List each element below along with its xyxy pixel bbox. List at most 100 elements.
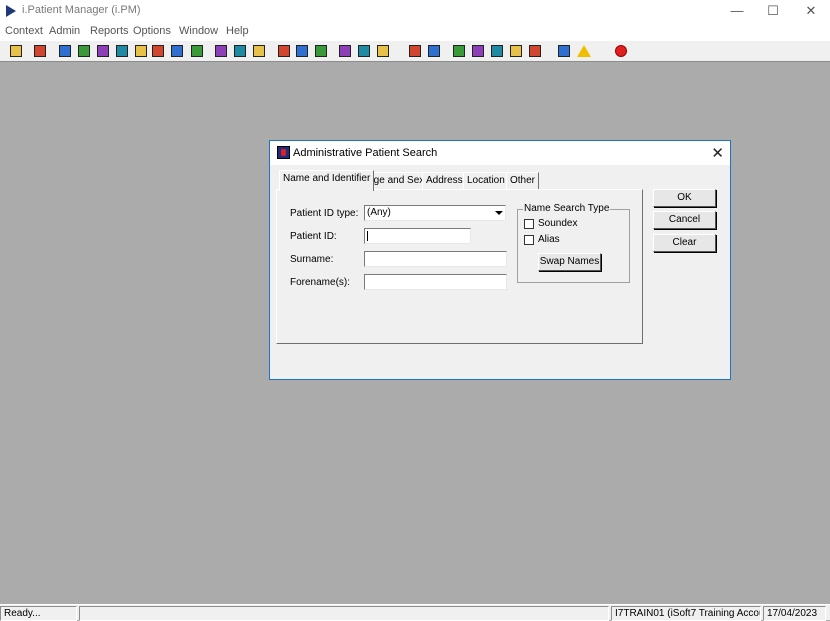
- clear-button[interactable]: Clear: [653, 234, 716, 252]
- menu-help[interactable]: Help: [226, 25, 249, 37]
- globe-icon-glyph: [453, 45, 465, 57]
- maximize-button[interactable]: ☐: [754, 0, 792, 22]
- waitlist-icon-glyph: [191, 45, 203, 57]
- ok-button[interactable]: OK: [653, 189, 716, 207]
- admissions-icon-glyph: [97, 45, 109, 57]
- menu-admin[interactable]: Admin: [49, 25, 80, 37]
- waitlist-icon[interactable]: [189, 43, 205, 59]
- search-icon[interactable]: [213, 43, 229, 59]
- referral-icon[interactable]: [169, 43, 185, 59]
- form-icon[interactable]: [251, 43, 267, 59]
- forename-input[interactable]: [364, 274, 507, 290]
- forename-label: Forename(s):: [290, 277, 351, 288]
- clock-icon-glyph: [234, 45, 246, 57]
- patient-icon[interactable]: [8, 43, 24, 59]
- bar-chart-icon-glyph: [428, 45, 440, 57]
- tab-other[interactable]: Other: [506, 172, 540, 190]
- clock-icon[interactable]: [232, 43, 248, 59]
- patient-search-icon: [277, 146, 290, 159]
- exit-icon-glyph: [615, 45, 627, 57]
- upload-icon[interactable]: [527, 43, 543, 59]
- folder-icon-glyph: [59, 45, 71, 57]
- minimize-button[interactable]: —: [718, 0, 756, 22]
- person-icon-glyph: [135, 45, 147, 57]
- mail-icon[interactable]: [114, 43, 130, 59]
- soundex-label: Soundex: [538, 218, 578, 229]
- patient-id-input[interactable]: [364, 228, 471, 244]
- monitor-icon[interactable]: [276, 43, 292, 59]
- download-icon-glyph: [510, 45, 522, 57]
- window-title: i.Patient Manager (i.PM): [22, 4, 141, 16]
- status-date: 17/04/2023: [763, 606, 826, 621]
- chart-icon[interactable]: [76, 43, 92, 59]
- status-message: Ready...: [0, 606, 77, 621]
- search-icon-glyph: [215, 45, 227, 57]
- tab-name-and-identifier[interactable]: Name and Identifier: [279, 170, 375, 191]
- toolbar: [0, 40, 830, 62]
- status-bar: Ready... I7TRAIN01 (iSoft7 Training Acco…: [0, 604, 830, 621]
- print-icon[interactable]: [32, 43, 48, 59]
- document-icon[interactable]: [337, 43, 353, 59]
- tab-address[interactable]: Address: [422, 172, 467, 190]
- transfer-icon-glyph: [358, 45, 370, 57]
- folder-icon[interactable]: [57, 43, 73, 59]
- title-bar: i.Patient Manager (i.PM) — ☐ ✕: [0, 0, 830, 22]
- list-icon-glyph: [296, 45, 308, 57]
- globe-icon[interactable]: [451, 43, 467, 59]
- mail-icon-glyph: [116, 45, 128, 57]
- contact-icon[interactable]: [313, 43, 329, 59]
- admissions-icon[interactable]: [95, 43, 111, 59]
- menu-bar: Context Admin Reports Options Window Hel…: [0, 22, 830, 40]
- surname-input[interactable]: [364, 251, 507, 267]
- name-search-type-group: Name Search Type Soundex Alias Swap Name…: [517, 203, 630, 283]
- menu-options[interactable]: Options: [133, 25, 171, 37]
- swap-names-button[interactable]: Swap Names: [538, 253, 601, 271]
- status-spacer: [79, 606, 609, 621]
- list-icon[interactable]: [294, 43, 310, 59]
- patient-search-dialog: Administrative Patient Search ✕ Name and…: [269, 140, 731, 380]
- upload-icon-glyph: [529, 45, 541, 57]
- download-icon[interactable]: [508, 43, 524, 59]
- tab-location[interactable]: Location: [463, 172, 509, 190]
- edit-icon-glyph: [377, 45, 389, 57]
- approve-icon[interactable]: [489, 43, 505, 59]
- swap-icon[interactable]: [556, 43, 572, 59]
- chevron-down-icon[interactable]: [495, 211, 503, 215]
- text-caret: [367, 231, 368, 241]
- warning-icon[interactable]: [576, 43, 592, 59]
- chart-icon-glyph: [78, 45, 90, 57]
- menu-reports[interactable]: Reports: [90, 25, 129, 37]
- patient-id-type-value: (Any): [367, 207, 391, 218]
- contact-icon-glyph: [315, 45, 327, 57]
- alias-checkbox[interactable]: [524, 235, 534, 245]
- alias-label: Alias: [538, 234, 560, 245]
- notes-icon[interactable]: [150, 43, 166, 59]
- edit-icon[interactable]: [375, 43, 391, 59]
- app-logo-icon: [6, 5, 16, 17]
- name-identifier-panel: Patient ID type: (Any) Patient ID: Surna…: [276, 189, 643, 344]
- dialog-title: Administrative Patient Search: [293, 147, 438, 159]
- exit-icon[interactable]: [613, 43, 629, 59]
- page-icon-glyph: [409, 45, 421, 57]
- person-icon[interactable]: [133, 43, 149, 59]
- transfer-icon[interactable]: [356, 43, 372, 59]
- notes-icon-glyph: [152, 45, 164, 57]
- status-account: I7TRAIN01 (iSoft7 Training Account): [611, 606, 761, 621]
- menu-context[interactable]: Context: [5, 25, 43, 37]
- cancel-button[interactable]: Cancel: [653, 211, 716, 229]
- dialog-close-button[interactable]: ✕: [711, 144, 724, 162]
- bar-chart-icon[interactable]: [426, 43, 442, 59]
- checklist-icon[interactable]: [470, 43, 486, 59]
- soundex-checkbox[interactable]: [524, 219, 534, 229]
- close-button[interactable]: ✕: [792, 0, 830, 22]
- patient-id-label: Patient ID:: [290, 231, 337, 242]
- checklist-icon-glyph: [472, 45, 484, 57]
- form-icon-glyph: [253, 45, 265, 57]
- menu-window[interactable]: Window: [179, 25, 218, 37]
- patient-icon-glyph: [10, 45, 22, 57]
- warning-icon-glyph: [577, 45, 591, 57]
- surname-label: Surname:: [290, 254, 334, 265]
- page-icon[interactable]: [407, 43, 423, 59]
- print-icon-glyph: [34, 45, 46, 57]
- patient-id-type-select[interactable]: (Any): [364, 205, 506, 221]
